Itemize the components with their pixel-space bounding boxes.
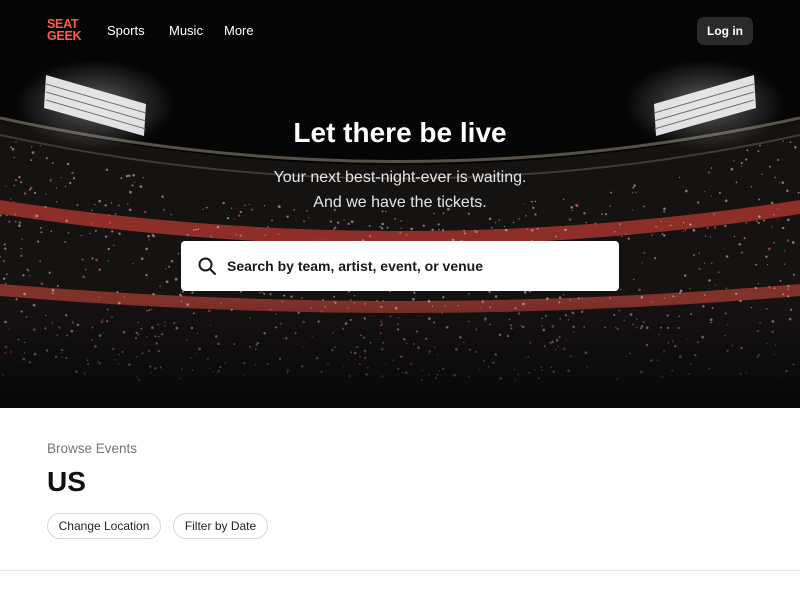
change-location-button[interactable]: Change Location	[47, 513, 161, 539]
nav-music-link[interactable]: Music	[169, 23, 203, 38]
browse-events-label: Browse Events	[47, 441, 138, 456]
hero-section: SEAT GEEK Sports Music More Log in Let t…	[0, 0, 800, 408]
nav-more-link[interactable]: More	[224, 23, 254, 38]
search-input[interactable]	[227, 241, 607, 291]
nav-sports-link[interactable]: Sports	[107, 23, 145, 38]
login-button[interactable]: Log in	[697, 17, 753, 45]
browse-events-section: Browse Events US Change Location Filter …	[0, 408, 800, 571]
hero-title: Let there be live	[293, 117, 507, 148]
logo-line-2: GEEK	[47, 29, 82, 43]
filter-by-date-button[interactable]: Filter by Date	[173, 513, 268, 539]
seatgeek-logo[interactable]: SEAT GEEK	[47, 18, 82, 43]
search-icon	[198, 257, 216, 275]
hero-subtitle-line-2: And we have the tickets.	[313, 194, 487, 211]
hero-subtitle-line-1: Your next best-night-ever is waiting.	[273, 169, 527, 186]
top-navigation: SEAT GEEK Sports Music More Log in	[0, 0, 800, 62]
search-box[interactable]	[181, 241, 619, 291]
current-location: US	[47, 466, 86, 497]
